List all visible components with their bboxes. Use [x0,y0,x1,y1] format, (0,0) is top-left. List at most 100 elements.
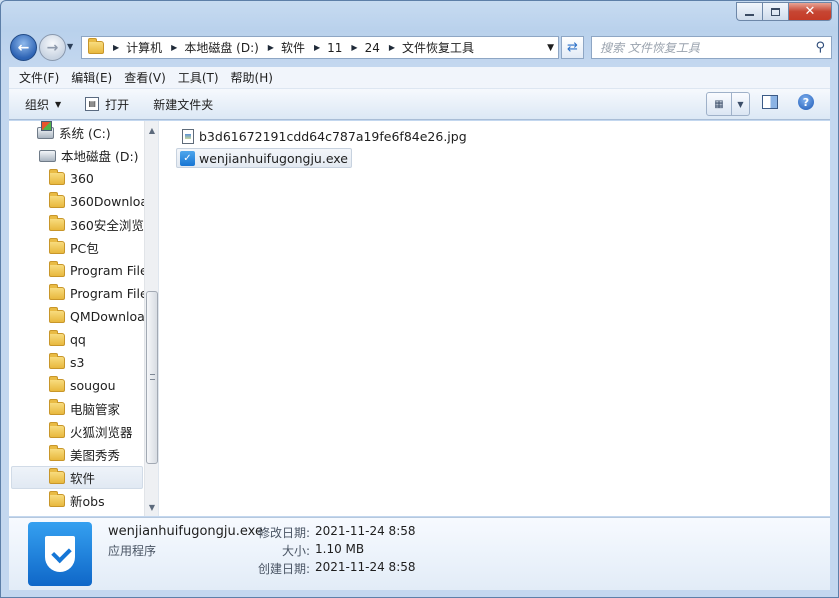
tree-folder[interactable]: 360安全浏览器 [49,213,156,236]
menu-tools[interactable]: 工具(T) [172,69,225,86]
tree-folder[interactable]: 电脑管家 [49,397,120,420]
search-input[interactable]: 搜索 文件恢复工具 ⚲ [591,36,832,59]
modified-value: 2021-11-24 8:58 [315,524,416,538]
tree-drive-c[interactable]: 系统 (C:) [37,121,111,144]
new-folder-button[interactable]: 新建文件夹 [145,92,221,116]
tree-folder-selected[interactable]: 软件 [11,466,143,489]
tree-label: 新obs [70,494,105,509]
created-value: 2021-11-24 8:58 [315,560,416,574]
tree-label: Program File [70,263,148,278]
open-button[interactable]: ▤ 打开 [77,92,137,116]
tree-folder[interactable]: Program File [49,259,148,282]
breadcrumb-recovery-tool[interactable]: 文件恢复工具 [398,39,480,56]
change-view-button[interactable]: ▦ [706,92,732,116]
tree-folder[interactable]: 新obs [49,489,105,512]
folder-icon [49,376,65,392]
tree-label: sougou [70,378,116,393]
menu-edit[interactable]: 编辑(E) [65,69,118,86]
view-dropdown-button[interactable]: ▼ [732,92,750,116]
breadcrumb-drive-d[interactable]: 本地磁盘 (D:) [180,39,264,56]
tree-folder[interactable]: qq [49,328,86,351]
folder-icon [88,38,104,54]
forward-button[interactable]: → [39,34,66,61]
scroll-down-icon[interactable]: ▼ [145,500,158,514]
app-shield-icon [28,522,92,586]
command-bar: 组织 ▼ ▤ 打开 新建文件夹 ▦ ▼ ? [9,89,830,120]
organize-button[interactable]: 组织 ▼ [17,92,69,116]
image-file-icon [182,128,194,144]
folder-icon [49,215,65,231]
minimize-icon [745,13,754,16]
nav-scrollbar[interactable]: ▲ ▼ [144,121,158,516]
tree-folder[interactable]: QMDownloa [49,305,145,328]
menu-file[interactable]: 文件(F) [13,69,65,86]
recent-pages-dropdown-icon[interactable]: ▼ [67,42,73,51]
folder-icon [49,422,65,438]
menu-help[interactable]: 帮助(H) [225,69,279,86]
search-placeholder: 搜索 文件恢复工具 [600,41,700,55]
tree-label: 360Downloa [70,194,149,209]
tree-folder[interactable]: s3 [49,351,84,374]
folder-icon [49,399,65,415]
breadcrumb-separator-icon[interactable]: ▶ [110,43,122,52]
open-label: 打开 [105,97,130,112]
refresh-button[interactable]: ⇄ [561,36,584,59]
scrollbar-thumb[interactable] [146,291,158,464]
content-area: 系统 (C:) 本地磁盘 (D:) 360 360Downloa 360安全浏览… [9,121,830,516]
folder-icon [49,169,65,185]
app-shield-icon: ✓ [180,150,195,166]
close-button[interactable]: ✕ [788,2,832,21]
tree-folder[interactable]: 360Downloa [49,190,148,213]
tree-folder[interactable]: 火狐浏览器 [49,420,133,443]
menu-view[interactable]: 查看(V) [118,69,172,86]
tree-folder[interactable]: sougou [49,374,116,397]
help-icon: ? [802,95,810,109]
file-item-selected[interactable]: ✓ wenjianhuifugongju.exe [176,148,352,168]
breadcrumb-separator-icon[interactable]: ▶ [168,43,180,52]
help-button[interactable]: ? [798,94,814,110]
drive-icon [39,149,56,162]
maximize-button[interactable] [762,2,788,21]
breadcrumb-computer[interactable]: 计算机 [122,39,168,56]
tree-folder[interactable]: Program File [49,282,148,305]
view-options: ▦ ▼ [706,92,750,116]
folder-icon [49,261,65,277]
tree-label: s3 [70,355,85,370]
new-folder-label: 新建文件夹 [153,97,214,112]
breadcrumb-11[interactable]: 11 [323,41,348,55]
tree-label: 软件 [70,471,96,486]
breadcrumb-separator-icon[interactable]: ▶ [311,43,323,52]
file-name: b3d61672191cdd64c787a19fe6f84e26.jpg [199,128,467,144]
tree-label: 本地磁盘 (D:) [61,149,139,164]
search-icon[interactable]: ⚲ [815,40,825,55]
shield-icon [45,536,75,572]
file-item[interactable]: b3d61672191cdd64c787a19fe6f84e26.jpg [179,126,470,146]
breadcrumb-separator-icon[interactable]: ▶ [386,43,398,52]
tree-folder[interactable]: PC包 [49,236,99,259]
breadcrumb-24[interactable]: 24 [361,41,386,55]
tree-folder[interactable]: 360 [49,167,94,190]
chevron-down-icon: ▼ [55,99,62,109]
details-pane: wenjianhuifugongju.exe 应用程序 修改日期: 2021-1… [9,517,830,590]
folder-icon [49,238,65,254]
tree-folder[interactable]: 美图秀秀 [49,443,120,466]
chevron-down-icon: ▼ [737,99,744,109]
minimize-button[interactable] [736,2,762,21]
back-button[interactable]: ← [10,34,37,61]
folder-icon [49,192,65,208]
scroll-up-icon[interactable]: ▲ [145,123,158,137]
tree-label: qq [70,332,86,347]
tree-label: 火狐浏览器 [70,425,133,440]
preview-pane-button[interactable] [762,95,778,109]
navigation-pane: 系统 (C:) 本地磁盘 (D:) 360 360Downloa 360安全浏览… [9,121,159,516]
address-dropdown-icon[interactable]: ▼ [547,43,554,53]
modified-label: 修改日期: [257,526,310,540]
breadcrumb-software[interactable]: 软件 [277,39,311,56]
folder-icon [49,353,65,369]
breadcrumb-separator-icon[interactable]: ▶ [348,43,360,52]
breadcrumb-separator-icon[interactable]: ▶ [265,43,277,52]
detail-file-type: 应用程序 [108,544,157,558]
tree-drive-d[interactable]: 本地磁盘 (D:) [39,144,139,167]
folder-icon [49,284,65,300]
address-bar[interactable]: ▶ 计算机 ▶ 本地磁盘 (D:) ▶ 软件 ▶ 11 ▶ 24 ▶ 文件恢复工… [81,36,559,59]
